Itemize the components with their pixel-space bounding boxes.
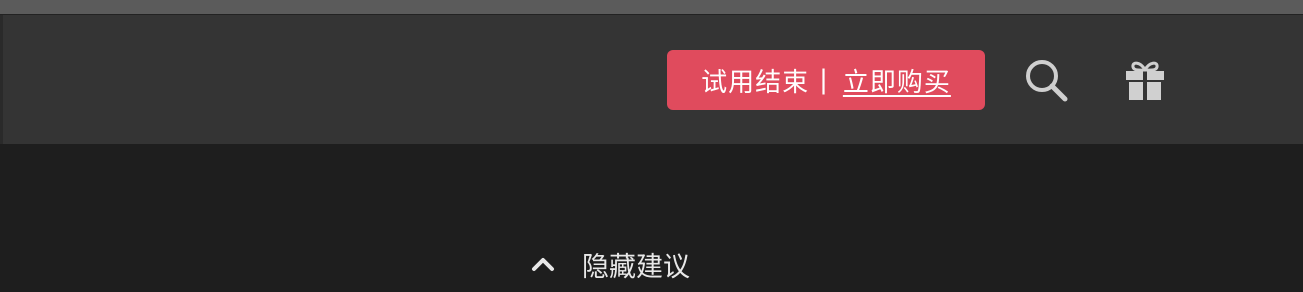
search-icon [1026, 60, 1068, 102]
gift-button[interactable] [1120, 56, 1170, 104]
window-top-strip [0, 0, 1303, 15]
toolbar-edge [0, 15, 3, 144]
gift-icon [1126, 61, 1164, 100]
buy-now-link[interactable]: 立即购买 [843, 62, 951, 99]
top-toolbar [0, 15, 1303, 144]
hide-suggestions-label: 隐藏建议 [582, 251, 690, 283]
trial-status-text: 试用结束 [701, 67, 810, 98]
banner-separator: | [819, 65, 829, 95]
search-button[interactable] [1022, 56, 1070, 104]
trial-ended-banner[interactable]: 试用结束 | 立即购买 [667, 50, 985, 110]
hide-suggestions-toggle[interactable]: 隐藏建议 [528, 244, 690, 284]
chevron-up-icon [528, 249, 558, 279]
